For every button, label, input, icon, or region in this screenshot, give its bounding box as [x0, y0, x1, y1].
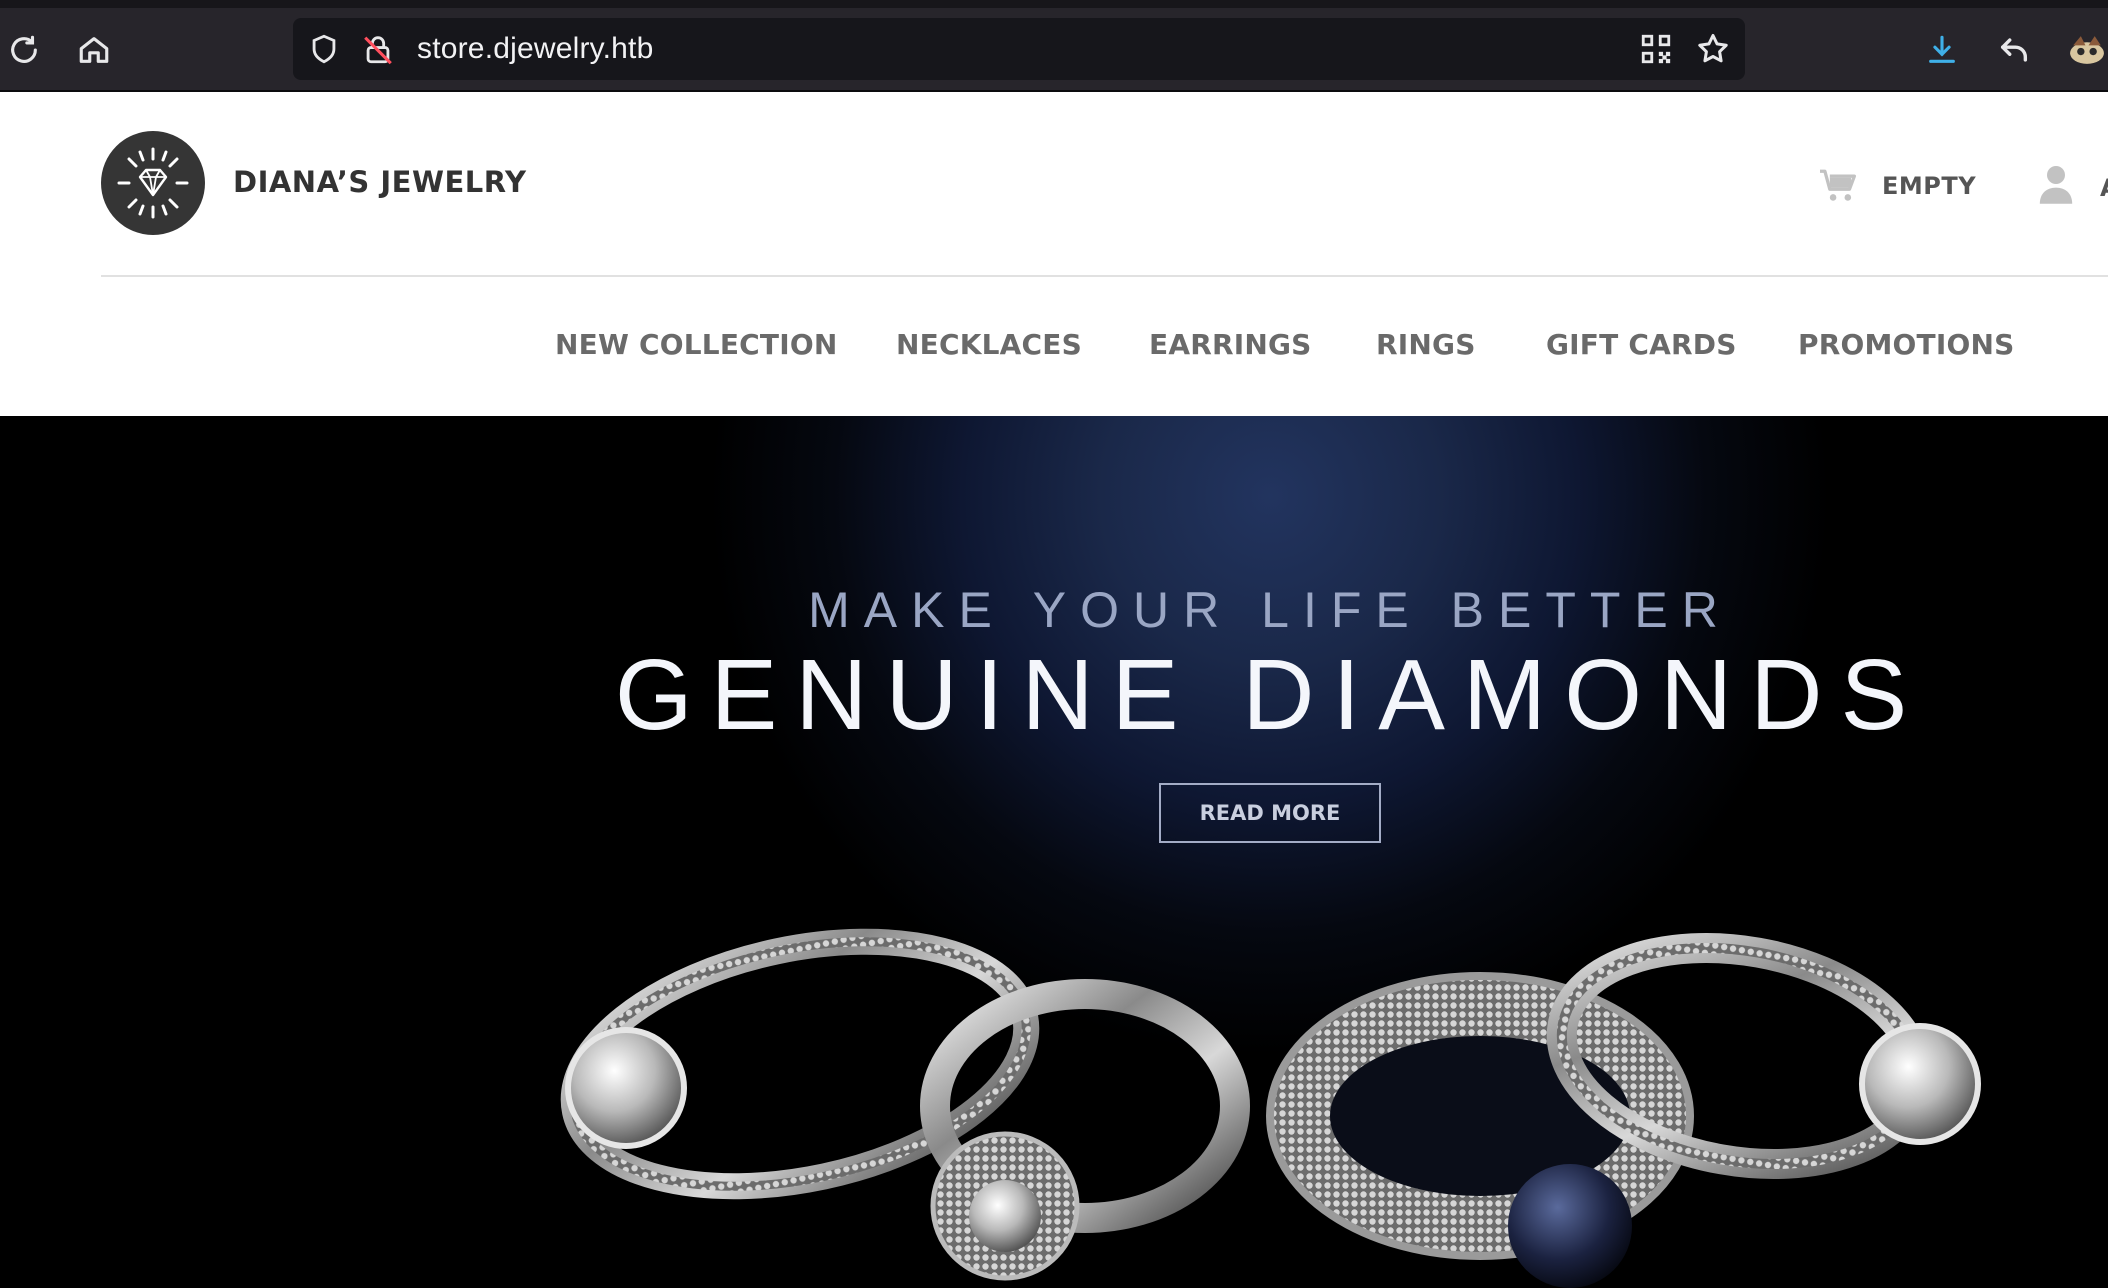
hero-subtitle: MAKE YOUR LIFE BETTER — [808, 582, 1732, 638]
read-more-button[interactable]: READ MORE — [1159, 783, 1381, 843]
home-icon — [79, 37, 109, 63]
cart-icon — [1820, 169, 1856, 201]
account-label[interactable]: A — [2100, 174, 2108, 202]
nav-new-collection[interactable]: NEW COLLECTION — [555, 328, 837, 361]
account-button[interactable] — [2038, 162, 2074, 211]
downloads-button[interactable] — [1918, 26, 1966, 74]
tab-strip-edge — [0, 0, 2108, 8]
cart-button[interactable]: EMPTY — [1818, 166, 1976, 206]
insecure-lock-icon[interactable] — [361, 32, 395, 71]
browser-toolbar: store.djewelry.htb — [0, 0, 2108, 92]
nav-rings[interactable]: RINGS — [1376, 328, 1476, 361]
hero-banner: MAKE YOUR LIFE BETTER GENUINE DIAMONDS R… — [0, 416, 2108, 1288]
bookmark-star-icon[interactable] — [1695, 31, 1731, 72]
nav-gift-cards[interactable]: GIFT CARDS — [1546, 328, 1737, 361]
address-bar[interactable]: store.djewelry.htb — [293, 18, 1745, 80]
nav-earrings[interactable]: EARRINGS — [1149, 328, 1312, 361]
extension-button[interactable] — [2066, 26, 2108, 74]
site-header: DIANA’S JEWELRY EMPTY A NEW COLLECTION N… — [0, 92, 2108, 416]
back-button[interactable] — [1990, 26, 2038, 74]
back-arrow-icon — [2000, 38, 2028, 62]
main-navigation: NEW COLLECTION NECKLACES EARRINGS RINGS … — [0, 328, 2108, 388]
cart-status: EMPTY — [1882, 172, 1977, 200]
header-divider — [101, 275, 2108, 277]
hero-rings-image — [560, 928, 1981, 1288]
download-icon — [1929, 35, 1955, 63]
diamond-logo-icon — [117, 147, 189, 219]
qr-code-icon[interactable] — [1639, 32, 1673, 71]
shield-icon[interactable] — [307, 32, 341, 71]
user-icon — [2039, 166, 2073, 204]
extension-icon — [2070, 36, 2104, 64]
reload-button[interactable] — [0, 26, 48, 74]
nav-necklaces[interactable]: NECKLACES — [896, 328, 1082, 361]
hero-title: GENUINE DIAMONDS — [614, 639, 1926, 751]
nav-promotions[interactable]: PROMOTIONS — [1798, 328, 2014, 361]
site-logo[interactable] — [101, 131, 205, 235]
url-text[interactable]: store.djewelry.htb — [417, 32, 653, 66]
home-button[interactable] — [70, 26, 118, 74]
reload-icon — [11, 35, 37, 63]
brand-name[interactable]: DIANA’S JEWELRY — [233, 165, 526, 199]
